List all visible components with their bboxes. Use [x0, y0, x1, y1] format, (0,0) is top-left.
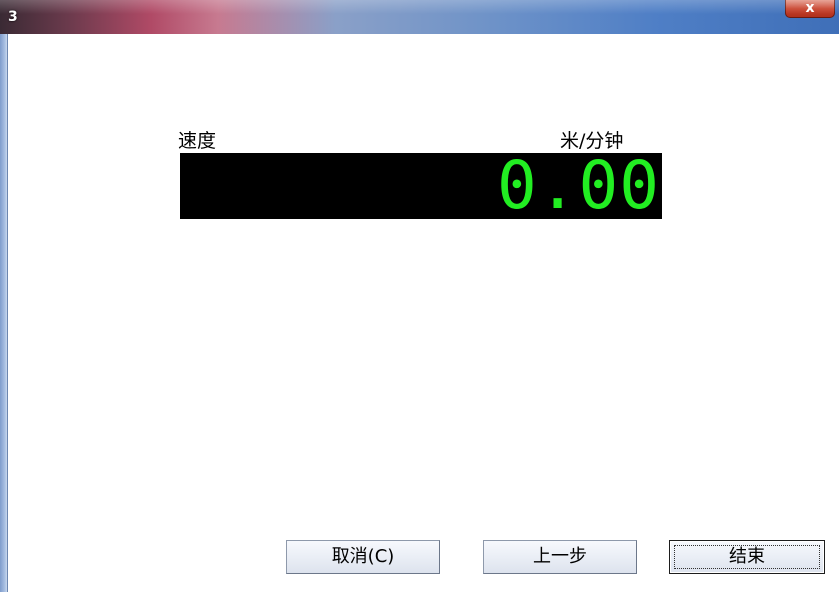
previous-step-button[interactable]: 上一步: [483, 540, 637, 574]
window-left-border: [0, 34, 8, 592]
close-button[interactable]: x: [785, 0, 835, 18]
cancel-button[interactable]: 取消(C): [286, 540, 440, 574]
close-icon: x: [805, 0, 815, 16]
speed-label: 速度: [178, 130, 217, 152]
finish-button-label: 结束: [729, 546, 765, 567]
wizard-window: 3 x 速度 米/分钟 0.00 取消(C) 上一步 结束: [0, 0, 839, 592]
finish-button[interactable]: 结束: [669, 540, 825, 574]
window-title: 3: [8, 9, 18, 25]
title-bar[interactable]: 3 x: [0, 0, 839, 34]
speed-value: 0.00: [497, 147, 660, 224]
speed-display: 0.00: [180, 153, 662, 219]
